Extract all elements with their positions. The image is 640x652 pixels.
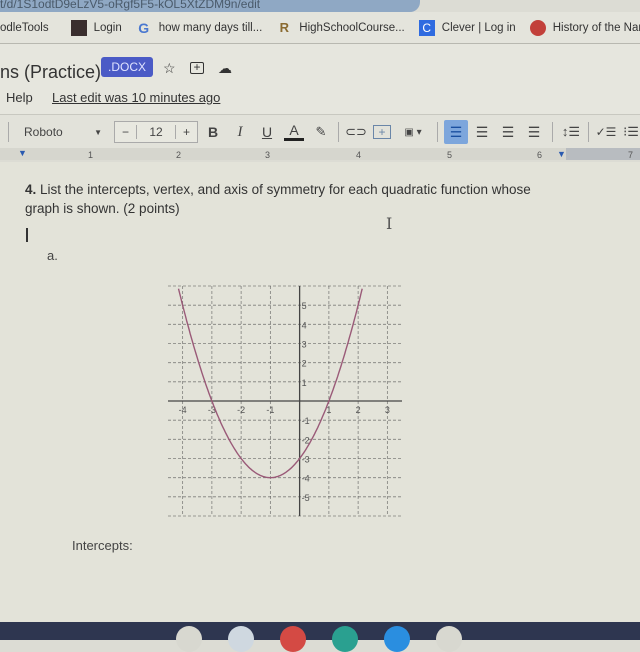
align-center-button[interactable]: ☰ — [472, 120, 492, 144]
bookmark-highschoolcourse[interactable]: R HighSchoolCourse... — [276, 19, 405, 36]
bookmark-odletools[interactable]: odleTools — [0, 22, 49, 34]
classroom-app-icon[interactable] — [332, 626, 358, 652]
toolbar-divider — [552, 122, 553, 142]
os-shelf — [0, 622, 640, 652]
bookmark-label: Clever | Log in — [441, 21, 516, 34]
y-tick-label: -4 — [302, 474, 310, 484]
toolbar-divider — [588, 122, 589, 142]
bookmark-days-till[interactable]: G how many days till... — [136, 19, 263, 36]
y-tick-label: -1 — [302, 416, 310, 426]
ruler-mark: 7 — [628, 150, 634, 160]
url-text: t/d/1S1odtD9eLzV5-oRgf5F5-kOL5XtZDM9n/ed… — [0, 0, 261, 11]
ruler-mark: 1 — [88, 150, 94, 160]
highlight-pen-icon[interactable]: ✎ — [313, 120, 329, 144]
question-text: List the intercepts, vertex, and axis of… — [25, 182, 531, 216]
bookmark-login[interactable]: Login — [70, 19, 122, 36]
menu-help[interactable]: Help — [6, 90, 33, 105]
ruler-mark: 4 — [356, 150, 362, 160]
x-tick-label: 2 — [356, 405, 361, 415]
parabola-graph: -4 -3 -2 -1 1 2 354321-1-2-3-4-5 — [168, 285, 402, 517]
align-right-button[interactable]: ☰ — [498, 120, 518, 144]
question-4: 4. List the intercepts, vertex, and axis… — [25, 180, 565, 218]
question-number: 4. — [25, 182, 37, 197]
doc-header: ns (Practice) .DOCX ☆ + ☁ Help Last edit… — [0, 44, 640, 114]
red-bird-icon — [529, 19, 546, 36]
insert-link-icon[interactable]: ⊂⊃ — [345, 120, 367, 144]
left-indent-marker-icon[interactable]: ▼ — [18, 148, 27, 158]
bookmark-label: Login — [93, 21, 122, 34]
move-folder-icon[interactable]: + — [190, 61, 204, 74]
bookmark-label: History of the Nam... — [552, 21, 640, 34]
line-spacing-icon[interactable]: ↕☰ — [560, 120, 582, 144]
gmail-app-icon[interactable] — [280, 626, 306, 652]
photos-app-icon[interactable] — [436, 626, 462, 652]
x-tick-label: -4 — [179, 405, 187, 415]
ibeam-cursor-icon: I — [386, 214, 393, 233]
bookmark-clever[interactable]: C Clever | Log in — [418, 19, 516, 36]
increase-font-size-button[interactable]: + — [175, 125, 197, 139]
bookmark-label: how many days till... — [158, 21, 263, 34]
toolbar-divider — [8, 122, 9, 142]
cloud-status-icon[interactable]: ☁ — [218, 60, 232, 77]
y-tick-label: -5 — [302, 493, 310, 503]
bookmark-label: HighSchoolCourse... — [299, 21, 405, 34]
axes — [168, 286, 402, 516]
chevron-down-icon: ▼ — [94, 127, 102, 137]
files-app-icon[interactable] — [176, 626, 202, 652]
underline-button[interactable]: U — [258, 120, 276, 144]
ruler[interactable]: ▼ 1 2 3 4 5 6 ▼ 7 — [0, 148, 640, 160]
decrease-font-size-button[interactable]: − — [115, 125, 137, 139]
ruler-mark: 2 — [176, 150, 182, 160]
bulleted-list-icon[interactable]: ⁝☰ — [622, 120, 640, 144]
justify-button[interactable]: ☰ — [524, 120, 544, 144]
y-tick-label: 5 — [302, 301, 307, 311]
bookmarks-bar: odleTools Login G how many days till... … — [0, 12, 640, 44]
docs-app-icon[interactable] — [228, 626, 254, 652]
part-a-label: a. — [47, 248, 58, 263]
font-size-input[interactable]: 12 — [137, 125, 175, 139]
toolbar-divider — [437, 122, 438, 142]
right-indent-marker-icon[interactable]: ▼ — [557, 149, 566, 159]
last-edit-link[interactable]: Last edit was 10 minutes ago — [52, 90, 220, 105]
text-color-button[interactable]: A — [284, 121, 304, 141]
r-logo-icon: R — [279, 19, 289, 35]
formatting-toolbar: Roboto ▼ − 12 + B I U A ✎ ⊂⊃ + ▣ ▾ ☰ ☰ ☰… — [0, 114, 640, 148]
document-title[interactable]: ns (Practice) — [0, 62, 101, 83]
y-tick-label: 1 — [302, 378, 307, 388]
y-tick-label: -2 — [302, 435, 310, 445]
bookmark-label: odleTools — [0, 21, 49, 34]
address-bar[interactable]: t/d/1S1odtD9eLzV5-oRgf5F5-kOL5XtZDM9n/ed… — [0, 0, 420, 12]
font-name: Roboto — [24, 125, 63, 139]
font-size-control: − 12 + — [114, 121, 198, 143]
ruler-mark: 5 — [447, 150, 453, 160]
text-cursor — [26, 228, 28, 242]
star-icon[interactable]: ☆ — [163, 60, 176, 77]
toolbar-divider — [338, 122, 339, 142]
intercepts-label: Intercepts: — [72, 538, 133, 553]
x-tick-label: -2 — [237, 405, 245, 415]
italic-button[interactable]: I — [231, 120, 249, 144]
clever-c-icon: C — [418, 19, 435, 36]
bookmark-history[interactable]: History of the Nam... — [529, 19, 640, 36]
square-icon — [70, 19, 87, 36]
ruler-mark: 3 — [265, 150, 271, 160]
bold-button[interactable]: B — [204, 120, 222, 144]
y-tick-label: 3 — [302, 340, 307, 350]
insert-image-icon[interactable]: ▣ ▾ — [400, 120, 426, 144]
chrome-app-icon[interactable] — [384, 626, 410, 652]
align-left-button[interactable]: ☰ — [444, 120, 468, 144]
y-tick-label: 4 — [302, 320, 307, 330]
y-tick-label: 2 — [302, 359, 307, 369]
google-g-icon: G — [138, 19, 150, 36]
font-family-select[interactable]: Roboto ▼ — [18, 120, 108, 144]
document-page[interactable]: 4. List the intercepts, vertex, and axis… — [0, 162, 640, 622]
x-tick-label: 3 — [385, 405, 390, 415]
checklist-icon[interactable]: ✓☰ — [596, 120, 617, 144]
ruler-mark: 6 — [537, 150, 543, 160]
add-comment-icon[interactable]: + — [373, 125, 391, 139]
x-tick-label: -1 — [266, 405, 274, 415]
y-tick-label: -3 — [302, 455, 310, 465]
docx-badge: .DOCX — [101, 57, 154, 77]
